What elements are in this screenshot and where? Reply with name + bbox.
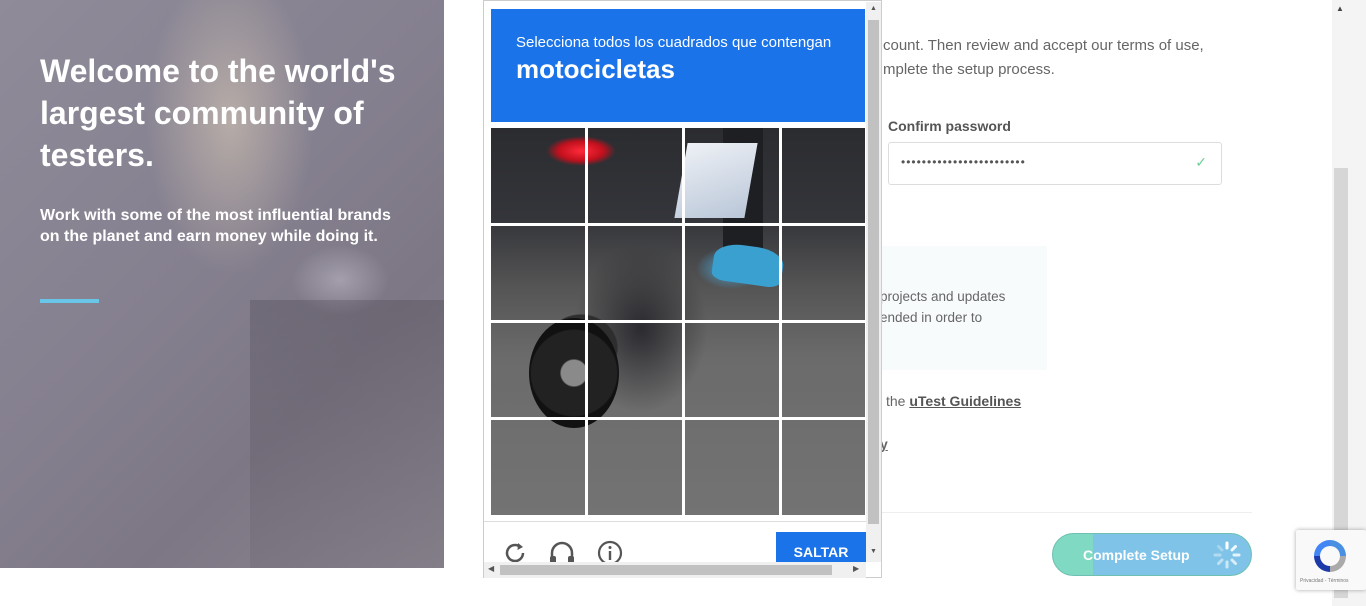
recaptcha-logo-icon (1314, 540, 1346, 572)
captcha-scrollbar-thumb[interactable] (868, 20, 879, 524)
captcha-tile[interactable] (685, 420, 779, 515)
check-icon: ✓ (1195, 154, 1207, 170)
captcha-instruction: Selecciona todos los cuadrados que conte… (516, 34, 832, 51)
captcha-tile[interactable] (588, 128, 682, 223)
captcha-target: motocicletas (516, 54, 675, 84)
recaptcha-badge[interactable]: Privacidad - Términos (1296, 530, 1366, 590)
captcha-scrollbar[interactable]: ▲ ▼ (866, 2, 881, 562)
hero-title: Welcome to the world's largest community… (40, 53, 396, 173)
captcha-tile[interactable] (685, 128, 779, 223)
scroll-down-arrow-icon[interactable]: ▼ (870, 548, 877, 555)
loading-spinner-icon (1213, 541, 1241, 569)
complete-setup-button[interactable]: Complete Setup (1052, 533, 1252, 576)
captcha-tile[interactable] (588, 420, 682, 515)
captcha-tile[interactable] (685, 226, 779, 320)
complete-setup-label: Complete Setup (1083, 547, 1190, 563)
hero-panel: Welcome to the world's largest community… (0, 0, 444, 568)
scroll-up-arrow-icon[interactable]: ▲ (1336, 4, 1344, 13)
captcha-header: Selecciona todos los cuadrados que conte… (491, 9, 865, 122)
captcha-tile[interactable] (782, 420, 865, 515)
captcha-challenge: Selecciona todos los cuadrados que conte… (483, 0, 882, 578)
captcha-horizontal-scrollbar[interactable]: ◀ ▶ (484, 562, 866, 578)
captcha-image-grid (491, 128, 865, 515)
utest-guidelines-link[interactable]: uTest Guidelines (909, 393, 1021, 409)
hero-subtitle: Work with some of the most influential b… (40, 207, 391, 245)
captcha-tile[interactable] (782, 323, 865, 417)
captcha-tile[interactable] (491, 323, 585, 417)
captcha-tile[interactable] (782, 226, 865, 320)
scroll-left-arrow-icon[interactable]: ◀ (488, 564, 494, 573)
page-scrollbar[interactable]: ▲ (1332, 0, 1366, 606)
guidelines-prefix: the (886, 393, 906, 409)
captcha-horizontal-scrollbar-thumb[interactable] (500, 565, 832, 575)
captcha-tile[interactable] (588, 323, 682, 417)
form-intro-line-1: count. Then review and accept our terms … (883, 37, 1204, 54)
captcha-tile[interactable] (588, 226, 682, 320)
hero-shadow (250, 300, 444, 568)
form-intro-line-2: mplete the setup process. (883, 61, 1055, 78)
notice-box: projects and updates ended in order to (870, 246, 1047, 370)
confirm-password-label: Confirm password (888, 118, 1011, 134)
notice-line-1: projects and updates (880, 289, 1006, 304)
scroll-right-arrow-icon[interactable]: ▶ (853, 564, 859, 573)
confirm-password-value: •••••••••••••••••••••••• (901, 155, 1026, 169)
captcha-tile[interactable] (685, 323, 779, 417)
scroll-up-arrow-icon[interactable]: ▲ (870, 5, 877, 12)
hero-accent-line (40, 299, 99, 303)
guidelines-text: the uTest Guidelines (886, 393, 1021, 409)
captcha-tile[interactable] (491, 226, 585, 320)
captcha-tile[interactable] (782, 128, 865, 223)
captcha-footer: SALTAR (484, 521, 866, 572)
captcha-tile[interactable] (491, 128, 585, 223)
divider (880, 512, 1252, 513)
confirm-password-field[interactable]: •••••••••••••••••••••••• ✓ (888, 142, 1222, 185)
captcha-tile[interactable] (491, 420, 585, 515)
recaptcha-links[interactable]: Privacidad - Términos (1300, 578, 1349, 584)
notice-line-2: ended in order to (880, 310, 983, 325)
